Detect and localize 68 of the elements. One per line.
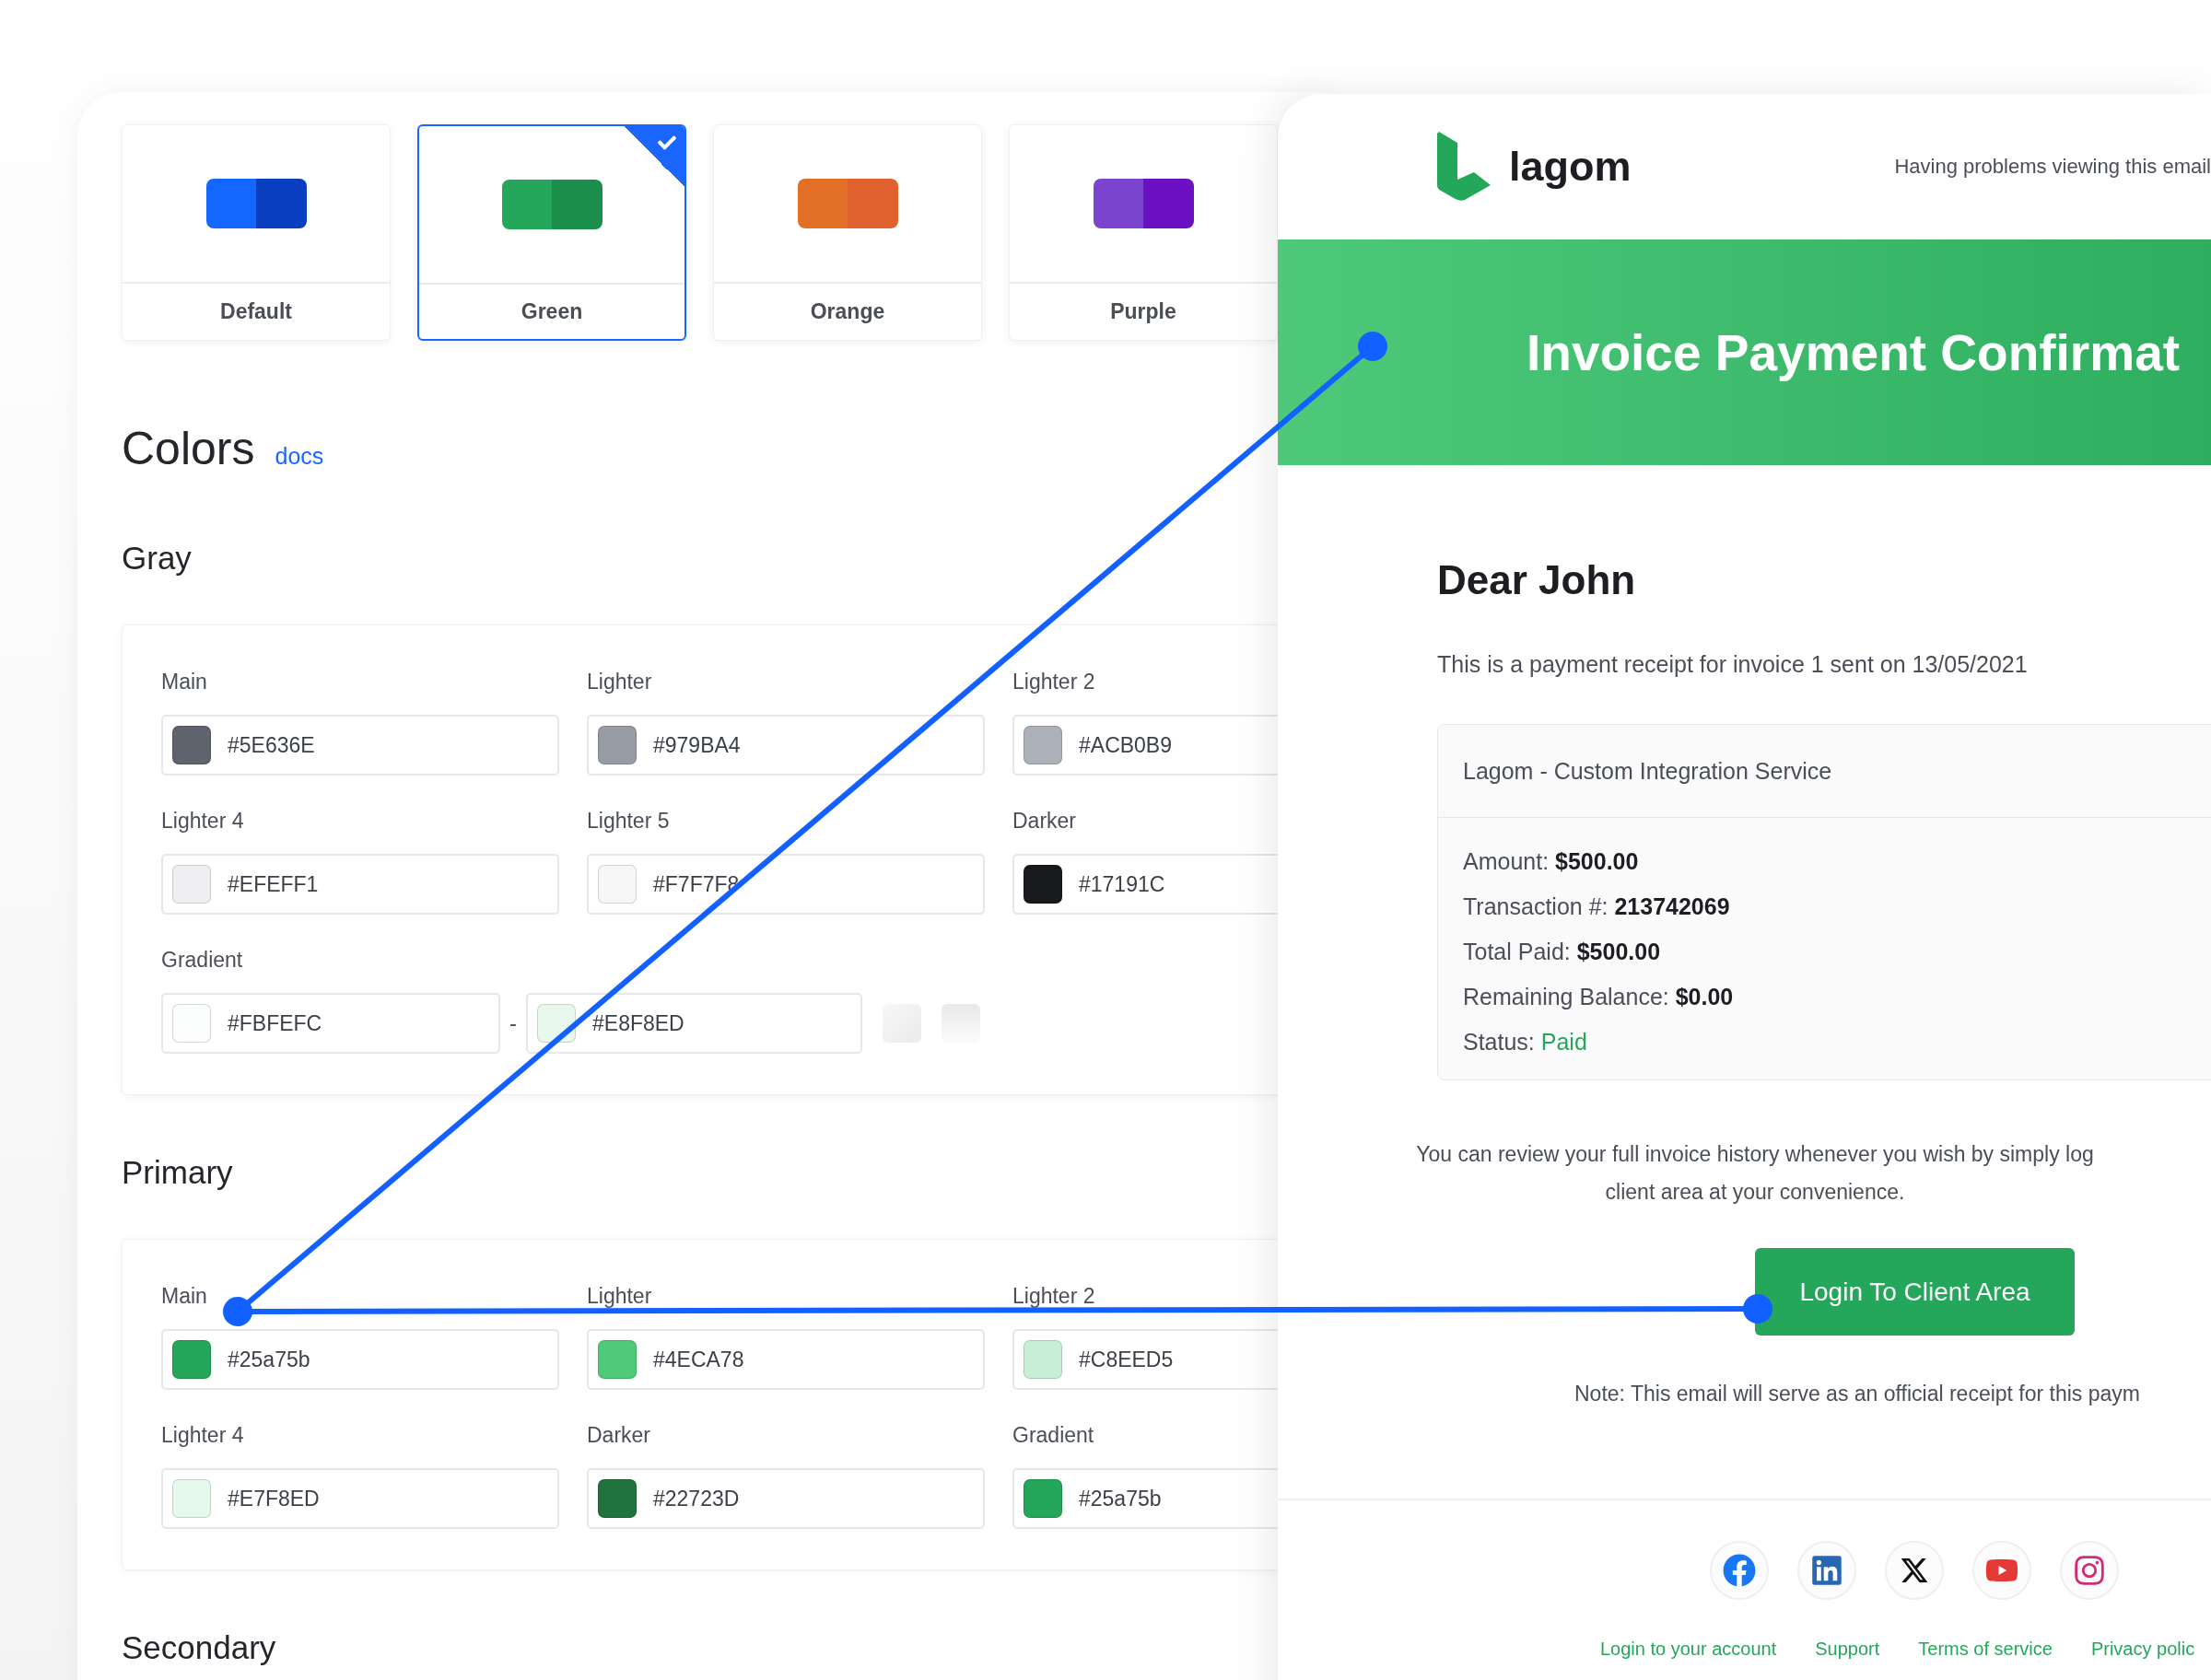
group-title: Secondary <box>122 1629 277 1666</box>
field-label: Lighter 4 <box>161 809 245 834</box>
banner-title: Invoice Payment Confirmat <box>1527 322 2181 382</box>
color-swatch[interactable] <box>1024 1479 1062 1518</box>
note-text: Note: This email will serve as an official receipt for this paym <box>1574 1382 2141 1406</box>
range-separator: - <box>509 1010 517 1036</box>
theme-option-card[interactable]: Orange <box>713 124 982 341</box>
color-swatch[interactable] <box>1024 865 1062 904</box>
color-input-field[interactable]: #22723D <box>587 1468 985 1529</box>
theme-option-card[interactable]: Default <box>122 124 391 341</box>
field-label: Main <box>161 670 208 694</box>
field-label: Lighter 2 <box>1012 670 1096 694</box>
linkedin-icon <box>1810 1554 1843 1587</box>
color-swatch[interactable] <box>598 1340 637 1379</box>
payment-detail: Transaction #: 213742069 <box>1463 892 1731 920</box>
color-swatch[interactable] <box>598 1479 637 1518</box>
color-swatch[interactable] <box>172 1479 211 1518</box>
field-label: Lighter 4 <box>161 1423 245 1448</box>
group-title: Gray <box>122 540 193 577</box>
logo-icon <box>1437 132 1492 202</box>
field-label: Darker <box>1012 809 1077 834</box>
field-label: Main <box>161 1284 208 1309</box>
color-input-field[interactable]: #E8F8ED <box>526 993 862 1054</box>
color-swatch[interactable] <box>172 1340 211 1379</box>
theme-name: Orange <box>809 298 886 325</box>
facebook-icon <box>1723 1554 1756 1587</box>
color-swatch[interactable] <box>172 865 211 904</box>
field-label: Gradient <box>161 948 244 973</box>
service-title: Lagom - Custom Integration Service <box>1438 725 2211 818</box>
color-swatch[interactable] <box>1024 726 1062 764</box>
payment-detail: Status: Paid <box>1463 1028 1588 1056</box>
instagram-icon <box>2073 1554 2106 1587</box>
color-swatch[interactable] <box>172 1004 211 1043</box>
color-swatch[interactable] <box>172 726 211 764</box>
field-label: Gradient <box>1012 1423 1095 1448</box>
field-label: Lighter <box>587 1284 653 1309</box>
payment-detail: Remaining Balance: $0.00 <box>1463 983 1735 1010</box>
color-input-field[interactable]: #4ECA78 <box>587 1329 985 1390</box>
theme-option-card[interactable]: Purple <box>1009 124 1278 341</box>
group-title: Primary <box>122 1154 234 1191</box>
color-swatch[interactable] <box>598 865 637 904</box>
logo-text: lagom <box>1509 143 1632 191</box>
field-label: Lighter 2 <box>1012 1284 1096 1309</box>
section-title: Colors <box>122 422 255 475</box>
field-label: Lighter <box>587 670 653 694</box>
payment-detail: Total Paid: $500.00 <box>1463 938 1662 965</box>
theme-name: Default <box>219 298 293 325</box>
color-input-field[interactable]: #25a75b <box>161 1329 559 1390</box>
theme-name: Green <box>520 298 584 325</box>
color-swatch[interactable] <box>598 726 637 764</box>
theme-option-card[interactable]: Green <box>417 124 686 341</box>
theme-name: Purple <box>1109 298 1177 325</box>
color-input-field[interactable]: #979BA4 <box>587 715 985 776</box>
color-input-field[interactable]: #EFEFF1 <box>161 854 559 915</box>
color-input-field[interactable]: #5E636E <box>161 715 559 776</box>
color-swatch[interactable] <box>1024 1340 1062 1379</box>
field-label: Lighter 5 <box>587 809 671 834</box>
review-text: You can review your full invoice history whenever you wish by simply log client area at your convenience. <box>1415 1141 2095 1206</box>
intro-text: This is a payment receipt for invoice 1 sent on 13/05/2021 <box>1437 651 2029 678</box>
payment-detail: Amount: $500.00 <box>1463 847 1640 875</box>
field-label: Darker <box>587 1423 651 1448</box>
color-input-field[interactable]: #FBFEFC <box>161 993 500 1054</box>
color-input-field[interactable]: #E7F8ED <box>161 1468 559 1529</box>
docs-link[interactable]: docs <box>275 443 324 470</box>
x-logo-icon <box>1900 1556 1929 1585</box>
view-online-link[interactable]: Having problems viewing this email <box>1894 155 2211 179</box>
greeting: Dear John <box>1437 557 1637 603</box>
color-swatch[interactable] <box>537 1004 576 1043</box>
